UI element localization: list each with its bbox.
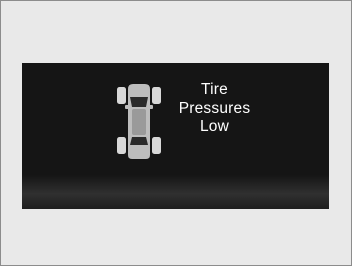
- warning-message: Tire Pressures Low: [167, 81, 262, 137]
- warning-line-1: Tire: [201, 81, 228, 98]
- instrument-panel-display: Tire Pressures Low: [22, 63, 329, 209]
- display-bottom-glow: [22, 175, 329, 209]
- screenshot-frame: Tire Pressures Low: [0, 0, 352, 266]
- tpms-car-top-view-icon: [117, 84, 161, 159]
- warning-line-3: Low: [199, 118, 230, 135]
- warning-line-2: Pressures: [178, 99, 251, 117]
